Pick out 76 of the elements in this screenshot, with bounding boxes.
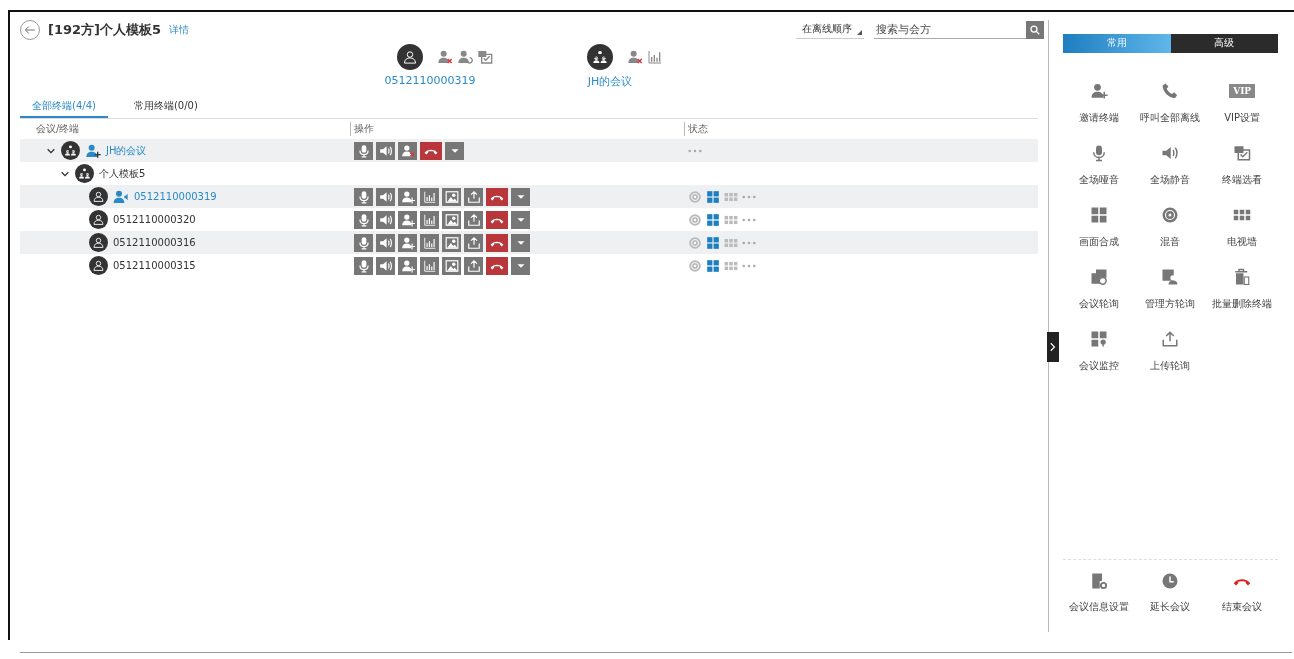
speaking-person-icon <box>113 188 129 205</box>
panel-tab[interactable]: 高级 <box>1170 34 1278 53</box>
grid-icon[interactable] <box>706 212 720 227</box>
phone-icon[interactable] <box>1161 82 1180 100</box>
person-remove-icon[interactable] <box>627 49 643 65</box>
upload-icon[interactable] <box>1161 330 1180 348</box>
person-avatar-icon <box>397 44 423 70</box>
search-field[interactable]: 搜索与会方 <box>874 23 1026 39</box>
person-avatar-icon <box>89 256 108 275</box>
person-avatar-icon <box>89 233 108 252</box>
action-label[interactable]: 管理方轮询 <box>1145 297 1196 311</box>
hangup-button[interactable] <box>486 187 508 206</box>
speaker-icon[interactable] <box>1161 144 1180 162</box>
more-icon[interactable] <box>742 263 756 268</box>
speaker-name[interactable]: JH的会议 <box>587 74 633 89</box>
terminal-tab[interactable]: 常用终端(0/0) <box>121 97 210 118</box>
hangup-button[interactable] <box>486 233 508 252</box>
people-icon <box>85 142 101 159</box>
chevron-right-icon[interactable] <box>1050 342 1056 352</box>
row-name[interactable]: 0512110000315 <box>113 260 196 271</box>
details-link[interactable]: 详情 <box>169 23 190 37</box>
action-label[interactable]: 会议轮询 <box>1078 297 1119 311</box>
document-gear-icon[interactable] <box>1089 572 1108 590</box>
clock-icon[interactable] <box>1161 572 1180 590</box>
action-label[interactable]: 画面合成 <box>1078 235 1119 249</box>
more-icon[interactable] <box>742 217 756 222</box>
action-label[interactable]: 延长会议 <box>1150 600 1191 614</box>
action-label[interactable]: 全场哑音 <box>1078 173 1119 187</box>
action-label[interactable]: 呼叫全部离线 <box>1140 111 1201 125</box>
action-label[interactable]: 电视墙 <box>1227 235 1258 249</box>
trash-icon[interactable] <box>1233 268 1252 286</box>
action-label[interactable]: 终端选看 <box>1222 173 1263 187</box>
action-label[interactable]: 全场静音 <box>1150 173 1191 187</box>
terminal-tab[interactable]: 全部终端(4/4) <box>20 97 108 118</box>
grid-icon[interactable] <box>706 189 720 204</box>
speaker-name[interactable]: 0512110000319 <box>384 74 476 87</box>
grid-icon[interactable] <box>706 258 720 273</box>
action-label[interactable]: 邀请终端 <box>1078 111 1119 125</box>
screen-check-icon[interactable] <box>477 49 493 65</box>
person-avatar-icon <box>89 210 108 229</box>
action-label[interactable]: 会议监控 <box>1078 359 1119 373</box>
grid-icon[interactable] <box>1089 330 1108 348</box>
grid-icon[interactable] <box>706 235 720 250</box>
action-label[interactable]: 会议信息设置 <box>1068 600 1129 614</box>
disc-icon[interactable] <box>1161 206 1180 224</box>
action-label[interactable]: 混音 <box>1160 235 1181 249</box>
group-avatar-icon <box>75 164 94 183</box>
collapse-button[interactable] <box>1047 332 1059 362</box>
screen-check-icon[interactable] <box>1233 144 1252 162</box>
action-label[interactable]: 结束会议 <box>1222 600 1263 614</box>
column-header: 操作 <box>354 122 374 136</box>
vip-icon[interactable]: VIP <box>1229 84 1256 98</box>
person-add-icon[interactable] <box>1089 82 1108 100</box>
person-swap-icon[interactable] <box>457 49 473 65</box>
hangup-button[interactable] <box>486 256 508 275</box>
row-name[interactable]: 0512110000320 <box>113 214 196 225</box>
row-name[interactable]: JH的会议 <box>106 143 147 158</box>
screen-person-icon[interactable] <box>1161 268 1180 286</box>
row-name[interactable]: 0512110000316 <box>113 237 196 248</box>
sort-dropdown[interactable]: 在离线顺序 <box>796 22 864 39</box>
chart-icon[interactable] <box>647 49 663 65</box>
row-name[interactable]: 个人模板5 <box>99 166 146 181</box>
column-header: 会议/终端 <box>36 122 80 136</box>
group-avatar-icon <box>61 141 80 160</box>
hangup-button[interactable] <box>486 210 508 229</box>
hangup-button[interactable] <box>420 141 442 160</box>
group-avatar-icon <box>587 44 613 70</box>
grid-icon[interactable] <box>1089 206 1108 224</box>
column-header: 状态 <box>688 122 708 136</box>
action-label[interactable]: 上传轮询 <box>1150 359 1191 373</box>
screens-icon[interactable] <box>1089 268 1108 286</box>
action-label[interactable]: VIP设置 <box>1224 111 1261 125</box>
action-label[interactable]: 批量删除终端 <box>1212 297 1273 311</box>
person-remove-icon[interactable] <box>437 49 453 65</box>
person-avatar-icon <box>89 187 108 206</box>
conference-title: [192方]个人模板5 <box>48 21 162 39</box>
